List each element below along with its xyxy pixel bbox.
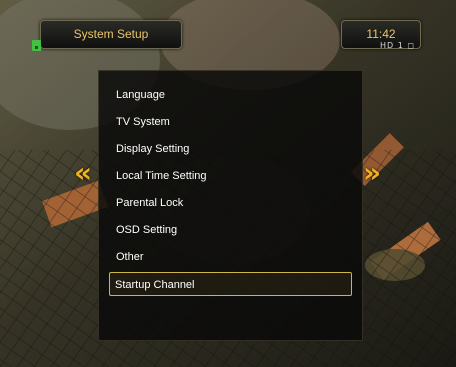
left-double-arrow-icon[interactable]: « — [74, 153, 92, 193]
system-setup-menu: Language TV System Display Setting Local… — [98, 70, 363, 341]
hd-status-icon: HD 1 ◻ — [380, 41, 415, 50]
menu-item-local-time-setting[interactable]: Local Time Setting — [111, 164, 350, 188]
menu-item-osd-setting[interactable]: OSD Setting — [111, 218, 350, 242]
right-double-arrow-icon[interactable]: » — [363, 153, 381, 193]
tv-signal-icon — [32, 40, 41, 51]
menu-item-parental-lock[interactable]: Parental Lock — [111, 191, 350, 215]
menu-item-startup-channel[interactable]: Startup Channel — [109, 272, 352, 296]
menu-item-language[interactable]: Language — [111, 83, 350, 107]
menu-item-tv-system[interactable]: TV System — [111, 110, 350, 134]
menu-item-display-setting[interactable]: Display Setting — [111, 137, 350, 161]
menu-item-other[interactable]: Other — [111, 245, 350, 269]
screen-title: System Setup — [40, 20, 182, 49]
